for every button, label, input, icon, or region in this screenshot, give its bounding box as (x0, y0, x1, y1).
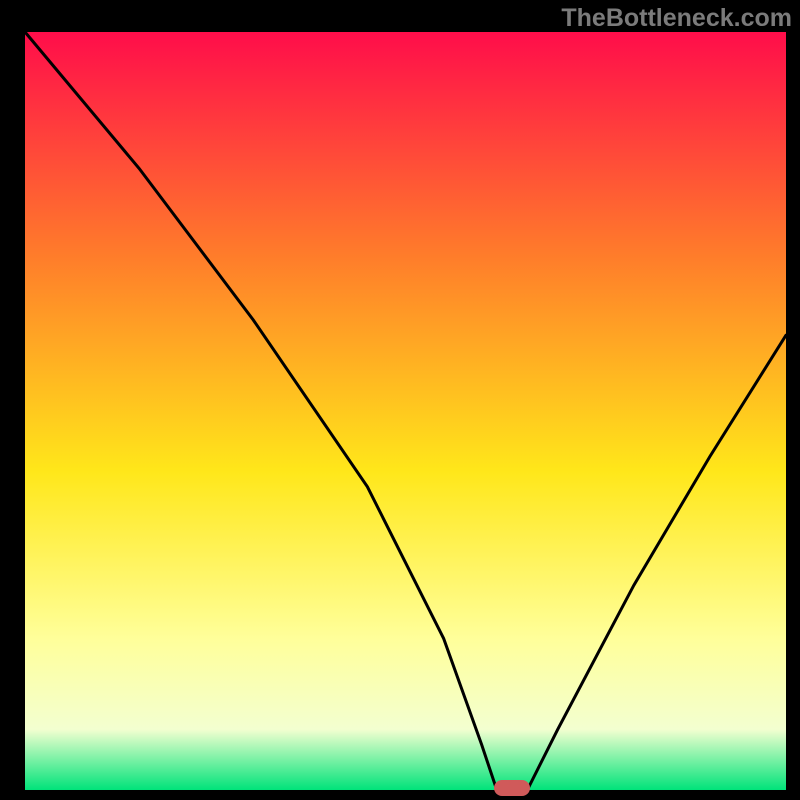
gradient-background (25, 32, 786, 790)
bottleneck-chart (0, 0, 800, 800)
chart-frame: TheBottleneck.com (0, 0, 800, 800)
watermark-text: TheBottleneck.com (561, 4, 792, 33)
optimum-marker (494, 780, 530, 796)
